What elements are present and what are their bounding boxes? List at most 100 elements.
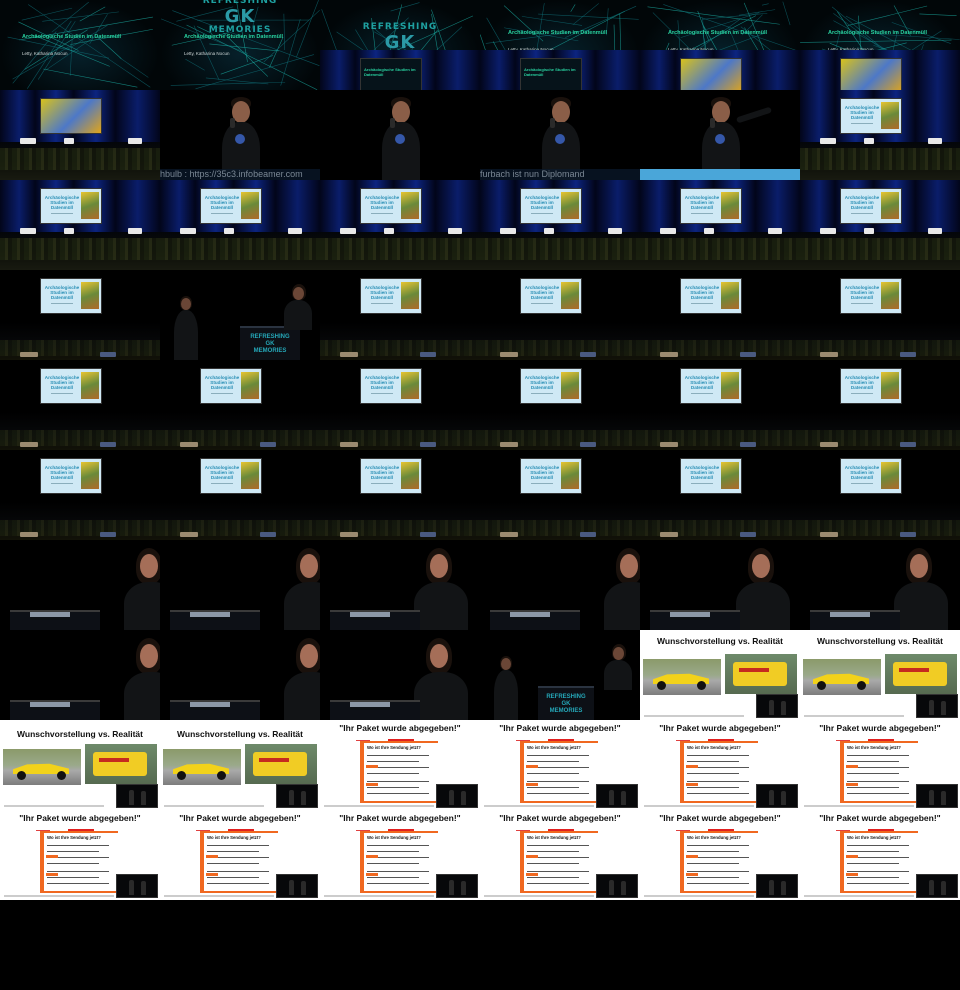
projection-screen: Archäologische Studien im Datenmüll — [520, 458, 582, 494]
van-body — [253, 752, 307, 776]
stage-desk — [20, 138, 36, 144]
stage-band: Archäologische Studien im Datenmüll — [480, 50, 640, 90]
inset-person — [609, 880, 614, 895]
stage-desk — [740, 442, 756, 447]
video-frame: Archäologische Studien im DatenmüllLetty… — [480, 0, 640, 90]
form-line — [527, 883, 589, 884]
video-frame — [0, 540, 160, 630]
stage-desk — [288, 228, 302, 234]
form-highlight — [846, 873, 858, 876]
stage-desk — [580, 352, 596, 357]
video-frame — [640, 90, 800, 180]
slide-title: Archäologische Studien im Datenmüll — [524, 465, 560, 480]
slide-title: Archäologische Studien im Datenmüll — [684, 195, 720, 210]
form-highlight — [846, 783, 858, 786]
form-line — [847, 871, 909, 872]
video-frame: Archäologische Studien im Datenmüll — [0, 450, 160, 540]
form-line — [207, 851, 259, 852]
form-line — [367, 851, 419, 852]
slide-title-line2: Studien im Datenmüll — [370, 200, 394, 210]
video-frame: Archäologische Studien im Datenmüll — [160, 450, 320, 540]
stage-desk — [660, 442, 678, 447]
slide-collage-image — [881, 282, 899, 309]
stage-desk — [544, 228, 554, 234]
screen-title: Archäologische Studien im Datenmüll — [524, 67, 576, 77]
form-line — [527, 793, 589, 794]
speaker-right — [480, 630, 640, 720]
slide-title-line2: Studien im Datenmüll — [530, 380, 554, 390]
stage-desk — [928, 138, 942, 144]
slide-footer — [644, 805, 754, 807]
speaker-torso — [382, 122, 420, 180]
news-ticker — [640, 169, 800, 180]
form-highlight — [46, 855, 58, 858]
stage-desk — [420, 352, 436, 357]
slide-title-line2: Studien im Datenmüll — [690, 380, 714, 390]
video-frame — [320, 90, 480, 180]
inset-person — [781, 791, 786, 805]
slide-title-line2: Studien im Datenmüll — [850, 380, 874, 390]
projection-screen: Archäologische Studien im Datenmüll — [840, 98, 902, 134]
slide-title: Archäologische Studien im Datenmüll — [524, 195, 560, 210]
slide-subtitle-line — [851, 123, 873, 124]
tyre — [177, 771, 186, 780]
slide-heading: Wunschvorstellung vs. Realität — [177, 729, 303, 739]
form-line — [847, 863, 899, 864]
laptop — [510, 612, 550, 617]
speaker-torso — [894, 582, 948, 630]
video-frame: Archäologische Studien im Datenmüll — [320, 180, 480, 270]
slide-collage-image — [81, 192, 99, 219]
stage-desk — [900, 442, 916, 447]
slide-subtitle-line — [531, 483, 553, 484]
slide-subtitle-line — [51, 303, 73, 304]
form-line — [847, 793, 909, 794]
stage-desk — [180, 532, 198, 537]
slide-subtitle-line — [851, 213, 873, 214]
inset-person — [769, 700, 774, 715]
form-title: Wo ist Ihre Sendung jetzt? — [207, 835, 261, 840]
video-frame: Archäologische Studien im Datenmüll — [480, 450, 640, 540]
projection-screen: Archäologische Studien im Datenmüll — [520, 188, 582, 224]
form-line — [207, 863, 259, 864]
van-stripe — [259, 758, 289, 762]
inset-person — [941, 881, 946, 895]
video-frame: Archäologische Studien im DatenmüllLetty… — [640, 0, 800, 90]
slide-heading: Wunschvorstellung vs. Realität — [17, 729, 143, 739]
speaker-inset-video — [596, 874, 638, 898]
slide-heading: "Ihr Paket wurde abgegeben!" — [339, 723, 461, 733]
stage-desk — [768, 228, 782, 234]
tyre — [57, 771, 66, 780]
inset-person — [449, 880, 454, 895]
video-frame: hbulb : https://35c3.infobeamer.com — [160, 90, 320, 180]
slide-title-line2: Studien im Datenmüll — [530, 290, 554, 300]
slide-footer — [804, 895, 914, 897]
speaker-torso — [124, 672, 160, 720]
video-frame: "Ihr Paket wurde abgegeben!" Wo ist Ihre … — [0, 810, 160, 900]
speaker-inset-video — [916, 694, 958, 718]
video-frame: furbach ist nun Diplomand — [480, 90, 640, 180]
form-line — [527, 845, 589, 846]
slide-collage-image — [401, 282, 419, 309]
video-frame — [0, 630, 160, 720]
video-frame: Archäologische Studien im Datenmüll — [320, 270, 480, 360]
news-ticker: hbulb : https://35c3.infobeamer.com — [160, 169, 320, 180]
form-line — [367, 877, 419, 878]
stage-desk — [500, 532, 518, 537]
slide-title-line2: Studien im Datenmüll — [690, 290, 714, 300]
photo-caption — [4, 805, 104, 807]
slide-subtitle-line — [531, 393, 553, 394]
speaker-male — [320, 90, 480, 180]
stage-view — [640, 50, 800, 90]
slide-footer — [484, 805, 594, 807]
tyre — [657, 681, 666, 690]
speaker-head — [293, 287, 304, 300]
microphone — [390, 118, 395, 128]
slide-subtitle-line — [371, 303, 393, 304]
stage-desk — [580, 442, 596, 447]
slide-title-line2: Studien im Datenmüll — [50, 470, 74, 480]
stage-desk — [20, 352, 38, 357]
delivery-van-photo — [245, 744, 317, 784]
slide-title: Archäologische Studien im Datenmüll — [684, 465, 720, 480]
slide-heading: "Ihr Paket wurde abgegeben!" — [19, 813, 141, 823]
form-highlight — [366, 765, 378, 768]
